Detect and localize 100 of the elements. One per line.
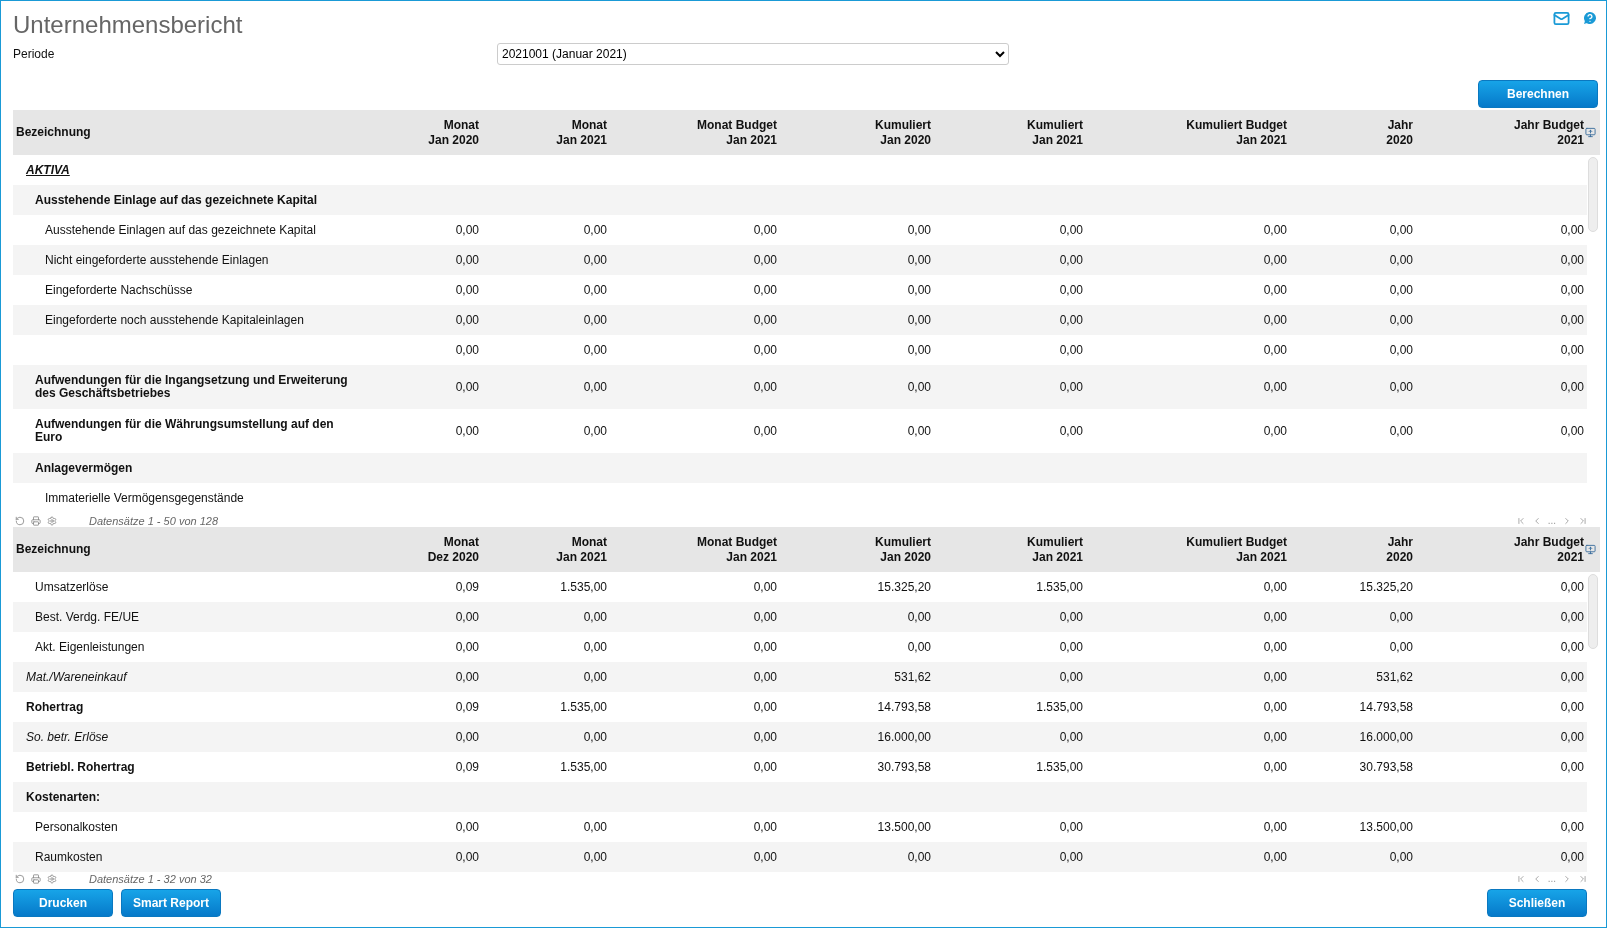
table-cell-text: 0,00 [1559,730,1584,744]
close-button[interactable]: Schließen [1487,889,1587,917]
column-header[interactable]: Kumuliert Jan 2020 [777,117,931,148]
table-cell-text: 16.000,00 [876,730,931,744]
table-cell-text: 0,00 [582,610,607,624]
row-label: Best. Verdg. FE/UE [34,610,141,624]
column-header[interactable]: Monat Jan 2021 [479,534,607,565]
column-header[interactable]: Kumuliert Jan 2020 [777,534,931,565]
column-header[interactable]: Kumuliert Budget Jan 2021 [1083,534,1287,565]
table-cell-text: 0,00 [1388,640,1413,654]
column-header[interactable]: Monat Jan 2021 [479,117,607,148]
table-cell-text: 0,00 [582,850,607,864]
column-header[interactable]: Monat Budget Jan 2021 [607,117,777,148]
page-ellipsis: ... [1547,515,1556,526]
page-ellipsis: ... [1547,873,1556,884]
table-cell-text: 0,00 [1388,223,1413,237]
table-cell-text: 0,00 [752,610,777,624]
column-header[interactable]: Kumuliert Budget Jan 2021 [1083,117,1287,148]
table-cell-text: 0,00 [582,223,607,237]
table-cell-text: 0,00 [906,640,931,654]
column-header[interactable]: Jahr 2020 [1287,534,1413,565]
row-label: Ausstehende Einlagen auf das gezeichnete Kapital [44,223,317,237]
table-cell-text: 0,00 [906,223,931,237]
table-cell-text: 0,00 [582,253,607,267]
footer-button[interactable]: Drucken [13,889,113,917]
table-cell-text: 0,00 [1058,223,1083,237]
table-cell-text: 0,00 [1262,343,1287,357]
row-label: Umsatzerlöse [34,580,110,594]
table-cell-text: 14.793,58 [1358,700,1413,714]
row-label: Rohertrag [25,700,85,714]
column-header[interactable]: Monat Budget Jan 2021 [607,534,777,565]
table-cell-text: 30.793,58 [876,760,931,774]
footer-button[interactable]: Smart Report [121,889,221,917]
table-cell-text: 1.535,00 [1035,760,1083,774]
row-label: Immaterielle Vermögensgegenstände [44,491,245,505]
row-label: Mat./Wareneinkauf [25,670,129,684]
period-select[interactable]: 2021001 (Januar 2021) [497,43,1009,65]
table-cell-text: 0,00 [454,820,479,834]
table-cell-text: 0,00 [1388,424,1413,438]
table-cell-text: 0,00 [1058,253,1083,267]
table-cell-text: 0,00 [1262,580,1287,594]
table-cell-text: 0,00 [1058,610,1083,624]
table-cell-text: 0,00 [752,424,777,438]
table-cell-text: 0,00 [752,313,777,327]
table-cell-text: 0,00 [454,670,479,684]
table-cell-text: 0,00 [752,760,777,774]
column-header[interactable]: Jahr 2020 [1287,117,1413,148]
table-cell-text: 0,00 [1058,313,1083,327]
column-header[interactable]: Kumuliert Jan 2021 [931,117,1083,148]
column-header[interactable]: Bezeichnung [13,542,371,557]
table-cell-text: 0,00 [752,380,777,394]
table-cell-text: 0,00 [1262,610,1287,624]
record-count: Datensätze 1 - 32 von 32 [89,872,212,885]
table-cell-text: 0,00 [752,820,777,834]
table-cell-text: 0,00 [752,223,777,237]
table-cell-text: 0,00 [454,610,479,624]
table-cell-text: 0,00 [1559,424,1584,438]
table-cell-text: 0,00 [1559,670,1584,684]
table-cell-text: 0,00 [1262,820,1287,834]
record-count: Datensätze 1 - 50 von 128 [89,514,219,527]
table-cell-text: 15.325,20 [876,580,931,594]
table-cell-text: 0,00 [1559,700,1584,714]
table-cell-text: 0,00 [906,610,931,624]
table-cell-text: 0,00 [1058,640,1083,654]
row-label: Eingeforderte noch ausstehende Kapitaleinlagen [44,313,305,327]
table-cell-text: 0,00 [582,730,607,744]
row-label: Betriebl. Rohertrag [25,760,136,774]
table-cell-text: 0,00 [454,313,479,327]
column-header[interactable]: Monat Jan 2020 [371,117,479,148]
column-header[interactable]: Kumuliert Jan 2021 [931,534,1083,565]
column-header[interactable]: Jahr Budget 2021 [1413,534,1584,565]
table-cell-text: 0,00 [582,313,607,327]
calculate-button[interactable]: Berechnen [1478,80,1598,108]
column-header[interactable]: Monat Dez 2020 [371,534,479,565]
table-cell-text: 0,00 [582,820,607,834]
table-cell-text: 0,00 [1262,380,1287,394]
table-cell-text: 0,00 [906,253,931,267]
table-cell-text: 1.535,00 [559,760,607,774]
table-cell-text: 0,00 [1388,313,1413,327]
table-cell-text: 0,00 [1388,283,1413,297]
row-label: Aufwendungen für die Ingangsetzung und Erweiterung des Geschäftsbetriebes [34,374,349,400]
table-cell-text: 0,00 [1058,424,1083,438]
table-cell-text: 0,00 [454,850,479,864]
table-cell-text: 0,00 [1559,610,1584,624]
table-cell-text: 0,00 [1388,610,1413,624]
row-label: Ausstehende Einlage auf das gezeichnete Kapital [34,193,319,207]
table-cell-text: 14.793,58 [876,700,931,714]
table-cell-text: 0,00 [1559,380,1584,394]
table-cell-text: 0,00 [1262,670,1287,684]
table-cell-text: 0,09 [454,760,479,774]
table-cell-text: 0,00 [1559,253,1584,267]
table-cell-text: 0,09 [454,700,479,714]
row-label: So. betr. Erlöse [25,730,110,744]
table-cell-text: 0,00 [1388,253,1413,267]
table-cell-text: 0,00 [582,424,607,438]
column-header[interactable]: Bezeichnung [13,125,371,140]
column-header[interactable]: Jahr Budget 2021 [1413,117,1584,148]
table-cell-text: 0,00 [1559,820,1584,834]
table-cell-text: 0,00 [1262,760,1287,774]
table-cell-text: 0,00 [1559,580,1584,594]
